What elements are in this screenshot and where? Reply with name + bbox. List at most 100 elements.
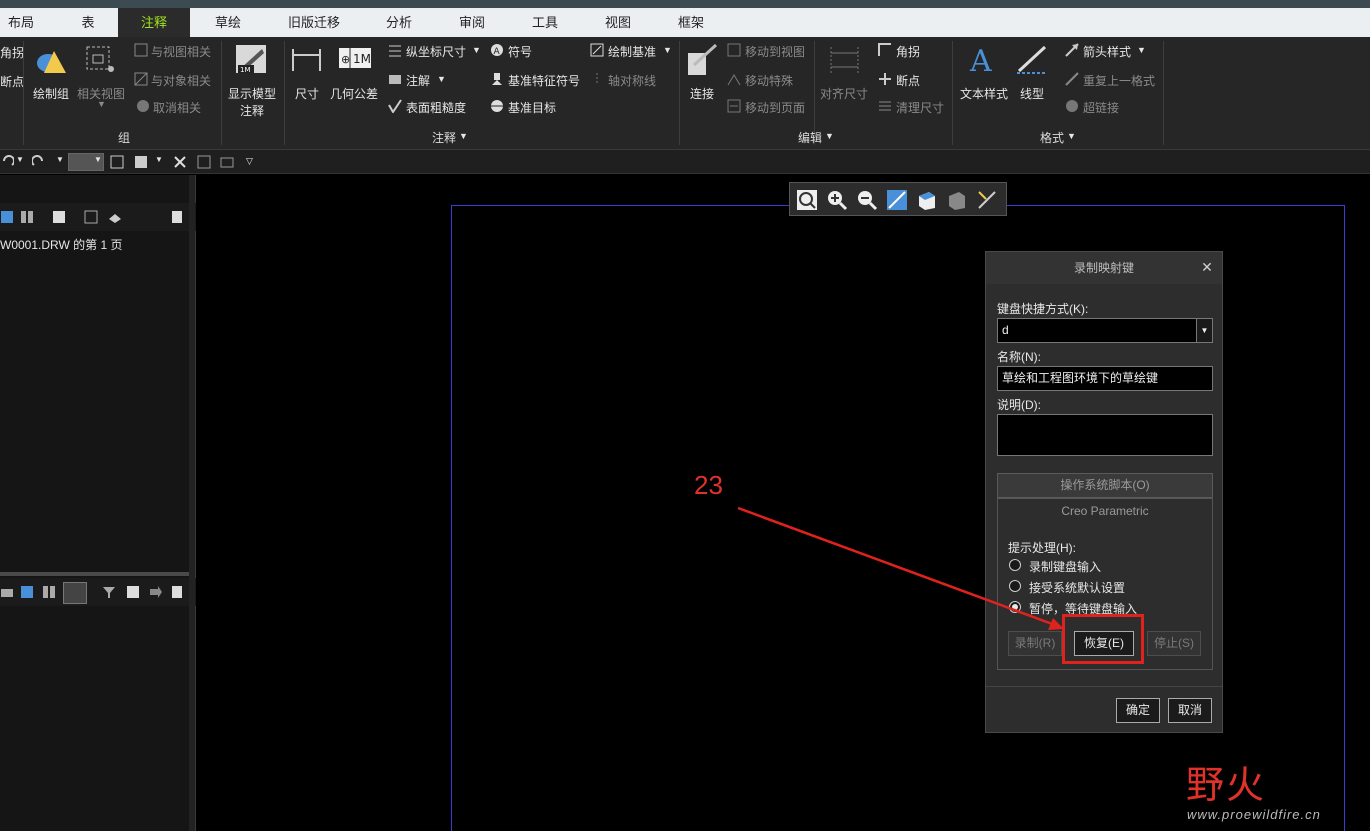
draw-datum-dropdown-icon[interactable]: ▼ (663, 45, 672, 55)
windows-icon[interactable] (134, 155, 148, 169)
tree-view-icon[interactable] (0, 585, 14, 599)
close-window-icon[interactable] (173, 155, 187, 169)
os-script-tab[interactable]: 操作系统脚本(O) (997, 473, 1213, 498)
tab-table[interactable]: 表 (66, 8, 110, 37)
tree-display-toggle[interactable] (63, 582, 87, 604)
note-button[interactable]: 注解 (406, 72, 430, 89)
ordinate-dimension-dropdown-icon[interactable]: ▼ (472, 45, 481, 55)
selection-filter-dropdown-icon[interactable]: ▼ (94, 155, 102, 164)
note-dropdown-icon[interactable]: ▼ (437, 74, 446, 84)
tree-filter-icon[interactable] (84, 210, 98, 224)
zoom-in-icon[interactable] (826, 189, 848, 211)
move-special-button[interactable]: 移动特殊 (745, 72, 793, 89)
radio-accept-system-default[interactable] (1009, 580, 1021, 592)
dimension-icon[interactable] (290, 45, 324, 75)
axis-symmetry-button[interactable]: 轴对称线 (608, 72, 656, 89)
drawing-tree-item[interactable]: W0001.DRW 的第 1 页 (0, 236, 122, 253)
line-style-icon[interactable] (1015, 43, 1049, 77)
description-textarea[interactable] (997, 414, 1213, 456)
align-dimension-button[interactable]: 对齐尺寸 (820, 85, 868, 102)
draw-datum-button[interactable]: 绘制基准 (608, 43, 656, 60)
annotate-group-dropdown-icon[interactable]: ▼ (459, 131, 468, 141)
zoom-out-icon[interactable] (856, 189, 878, 211)
text-style-icon[interactable]: A (968, 43, 1000, 77)
draw-group-button[interactable]: 绘制组 (33, 85, 69, 102)
align-dimension-icon[interactable] (828, 45, 862, 75)
tab-frame[interactable]: 框架 (664, 8, 718, 37)
corner-button[interactable]: 角拐 (896, 43, 920, 60)
tab-layout[interactable]: 布局 (0, 8, 42, 37)
move-to-view-button[interactable]: 移动到视图 (745, 43, 805, 60)
line-style-button[interactable]: 线型 (1020, 85, 1044, 102)
regenerate-icon[interactable] (110, 155, 124, 169)
ok-button[interactable]: 确定 (1116, 698, 1160, 723)
show-model-annotations-line2[interactable]: 注释 (240, 102, 264, 119)
tab-analysis[interactable]: 分析 (372, 8, 426, 37)
text-style-button[interactable]: 文本样式 (960, 85, 1008, 102)
tree-settings-icon[interactable] (52, 210, 66, 224)
unrelate-button[interactable]: 取消相关 (153, 99, 201, 116)
hyperlink-button[interactable]: 超链接 (1083, 99, 1119, 116)
redo-icon[interactable] (32, 155, 46, 169)
name-input[interactable]: 草绘和工程图环境下的草绘键 (997, 366, 1213, 391)
annotation-display-icon[interactable] (976, 189, 998, 211)
tab-view[interactable]: 视图 (591, 8, 645, 37)
surface-finish-button[interactable]: 表面粗糙度 (406, 99, 466, 116)
shortcut-input[interactable]: d ▼ (997, 318, 1213, 343)
symbol-button[interactable]: 符号 (508, 43, 532, 60)
arrow-style-dropdown-icon[interactable]: ▼ (1137, 45, 1146, 55)
shortcut-dropdown-icon[interactable]: ▼ (1196, 319, 1212, 342)
customize-toolbar-dropdown-icon[interactable]: ▽ (246, 156, 253, 167)
ribbon-edge-corner[interactable]: 角拐 (0, 44, 24, 61)
tab-sketch[interactable]: 草绘 (200, 8, 256, 37)
format-group-dropdown-icon[interactable]: ▼ (1067, 131, 1076, 141)
radio-pause-wait-keyboard[interactable] (1009, 601, 1021, 613)
show-model-annotations-icon[interactable]: 1M (234, 43, 270, 77)
draw-group-icon[interactable] (34, 45, 68, 77)
related-view-icon[interactable] (85, 45, 115, 75)
tree-page-icon[interactable] (170, 585, 184, 599)
datum-target-button[interactable]: 基准目标 (508, 99, 556, 116)
radio-record-keyboard-input[interactable] (1009, 559, 1021, 571)
connect-button[interactable]: 连接 (690, 85, 714, 102)
tab-tools[interactable]: 工具 (518, 8, 572, 37)
record-button[interactable]: 录制(R) (1008, 631, 1062, 656)
redo-dropdown-icon[interactable]: ▼ (56, 155, 64, 164)
tree-layers-icon[interactable] (108, 210, 122, 224)
shaded-view-icon[interactable] (946, 189, 968, 211)
related-view-dropdown-icon[interactable]: ▼ (97, 99, 106, 109)
close-icon[interactable]: ✕ (1200, 260, 1214, 274)
clean-dimension-button[interactable]: 清理尺寸 (896, 99, 944, 116)
tree-columns-icon[interactable] (42, 585, 56, 599)
panel-scrollbar[interactable] (189, 175, 195, 831)
dimension-button[interactable]: 尺寸 (295, 85, 319, 102)
tree-filter-icon[interactable] (102, 585, 116, 599)
edit-group-dropdown-icon[interactable]: ▼ (825, 131, 834, 141)
tab-legacy-migration[interactable]: 旧版迁移 (276, 8, 352, 37)
print-icon[interactable] (220, 155, 234, 169)
undo-icon[interactable] (0, 155, 14, 169)
refit-icon[interactable] (796, 189, 818, 211)
datum-feature-symbol-button[interactable]: 基准特征符号 (508, 72, 580, 89)
tree-arrow-icon[interactable] (148, 585, 162, 599)
ribbon-edge-breakpoint[interactable]: 断点 (0, 73, 24, 90)
radio-accept-system-default-label[interactable]: 接受系统默认设置 (1029, 579, 1125, 596)
tree-page-icon[interactable] (170, 210, 184, 224)
repaint-icon[interactable] (886, 189, 908, 211)
stop-button[interactable]: 停止(S) (1147, 631, 1201, 656)
tab-review[interactable]: 审阅 (445, 8, 499, 37)
relate-to-object-button[interactable]: 与对象相关 (151, 72, 211, 89)
tree-list-icon[interactable] (20, 585, 34, 599)
ordinate-dimension-button[interactable]: 纵坐标尺寸 (406, 43, 466, 60)
cancel-button[interactable]: 取消 (1168, 698, 1212, 723)
panel-splitter[interactable] (0, 572, 190, 576)
radio-record-keyboard-input-label[interactable]: 录制键盘输入 (1029, 558, 1101, 575)
show-model-annotations-line1[interactable]: 显示模型 (228, 85, 276, 102)
move-to-page-button[interactable]: 移动到页面 (745, 99, 805, 116)
geometric-tolerance-button[interactable]: 几何公差 (330, 85, 378, 102)
save-icon[interactable] (197, 155, 211, 169)
arrow-style-button[interactable]: 箭头样式 (1083, 43, 1131, 60)
connect-icon[interactable] (686, 43, 718, 77)
relate-to-view-button[interactable]: 与视图相关 (151, 43, 211, 60)
tree-columns-icon[interactable] (20, 210, 34, 224)
